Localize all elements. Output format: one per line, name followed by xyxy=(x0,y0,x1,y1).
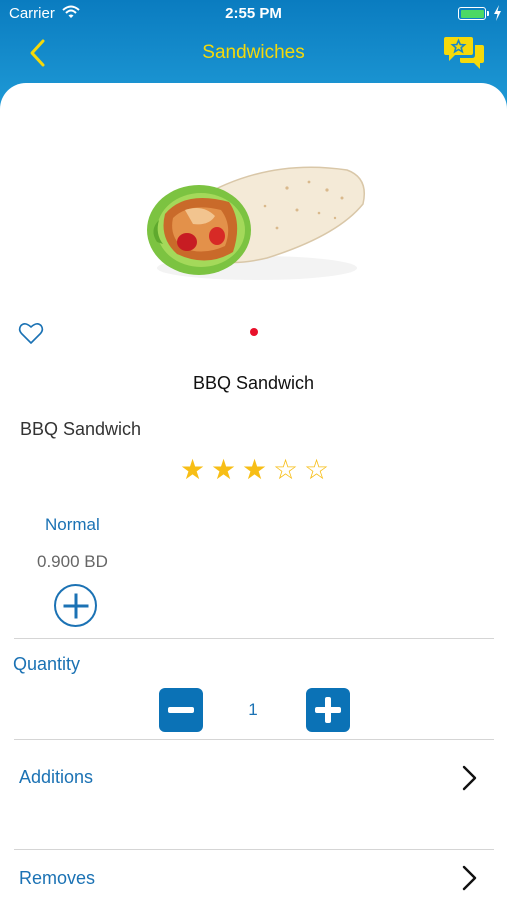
divider xyxy=(14,638,494,639)
plus-circle-icon[interactable] xyxy=(54,584,97,627)
battery-tip xyxy=(487,11,489,16)
quantity-value: 1 xyxy=(248,700,258,719)
review-chat-star-icon[interactable] xyxy=(443,34,485,72)
minus-icon[interactable] xyxy=(159,688,203,732)
product-description: BBQ Sandwich xyxy=(20,419,142,439)
status-bar: Carrier 2:55 PM xyxy=(0,0,507,28)
chevron-right-icon[interactable] xyxy=(459,864,479,892)
size-option-label: Normal xyxy=(45,515,100,534)
removes-label: Removes xyxy=(19,868,96,888)
star-rating: ★ ★ ★ ☆ ☆ xyxy=(178,455,333,489)
additions-row[interactable] xyxy=(14,745,494,845)
page-title: Sandwiches xyxy=(202,42,305,63)
battery-icon xyxy=(458,7,486,20)
product-title: BBQ Sandwich xyxy=(192,373,315,393)
size-option-price: 0.900 BD xyxy=(37,552,108,571)
divider xyxy=(14,739,494,740)
quantity-label: Quantity xyxy=(13,654,81,674)
page-indicator-dot[interactable] xyxy=(250,328,258,336)
status-time: 2:55 PM xyxy=(225,5,282,22)
plus-icon[interactable] xyxy=(306,688,350,732)
chevron-right-icon[interactable] xyxy=(459,764,479,792)
additions-label: Additions xyxy=(19,767,94,787)
charging-bolt-icon xyxy=(494,5,501,21)
heart-outline-icon[interactable] xyxy=(18,321,44,345)
star-filled-icon: ★ xyxy=(241,454,268,485)
chicken-wrap-image xyxy=(147,166,365,280)
star-empty-icon: ☆ xyxy=(303,454,330,485)
star-filled-icon: ★ xyxy=(210,454,237,485)
divider xyxy=(14,849,494,850)
star-filled-icon: ★ xyxy=(179,454,206,485)
star-empty-icon: ☆ xyxy=(272,454,299,485)
